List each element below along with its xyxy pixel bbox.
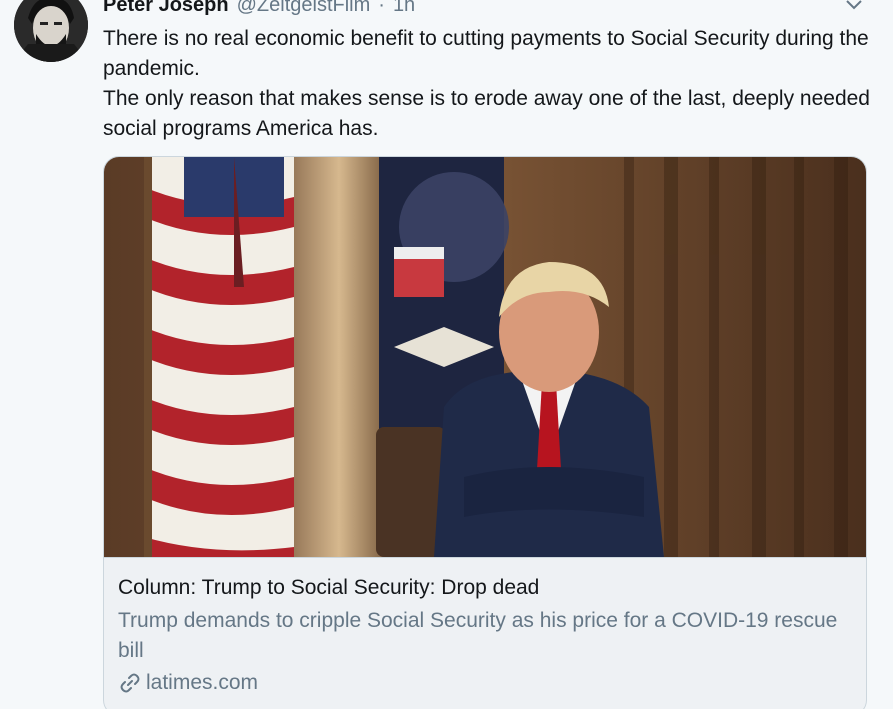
- card-description: Trump demands to cripple Social Security…: [118, 609, 838, 662]
- tweet-header: Peter Joseph @ZeitgeistFilm · 1h: [103, 0, 415, 18]
- card-title[interactable]: Column: Trump to Social Security: Drop d…: [118, 574, 852, 602]
- card-body[interactable]: Column: Trump to Social Security: Drop d…: [104, 557, 866, 709]
- card-image[interactable]: [104, 157, 866, 557]
- link-card[interactable]: Column: Trump to Social Security: Drop d…: [103, 156, 867, 709]
- separator-dot: ·: [378, 0, 385, 16]
- author-name[interactable]: Peter Joseph: [103, 0, 229, 17]
- tweet-timestamp[interactable]: 1h: [393, 0, 415, 17]
- card-domain-text: latimes.com: [146, 671, 259, 694]
- tweet-text-line-1: There is no real economic benefit to cut…: [103, 27, 869, 80]
- tweet-text: There is no real economic benefit to cut…: [103, 24, 873, 144]
- tweet[interactable]: Peter Joseph @ZeitgeistFilm · 1h There i…: [0, 0, 893, 709]
- author-handle[interactable]: @ZeitgeistFilm: [237, 0, 371, 17]
- card-domain[interactable]: latimes.com: [118, 668, 852, 698]
- avatar[interactable]: [14, 0, 88, 62]
- link-icon: [118, 671, 142, 695]
- tweet-text-line-2: The only reason that makes sense is to e…: [103, 87, 870, 140]
- avatar-image: [14, 0, 88, 62]
- chevron-down-icon[interactable]: [843, 0, 865, 14]
